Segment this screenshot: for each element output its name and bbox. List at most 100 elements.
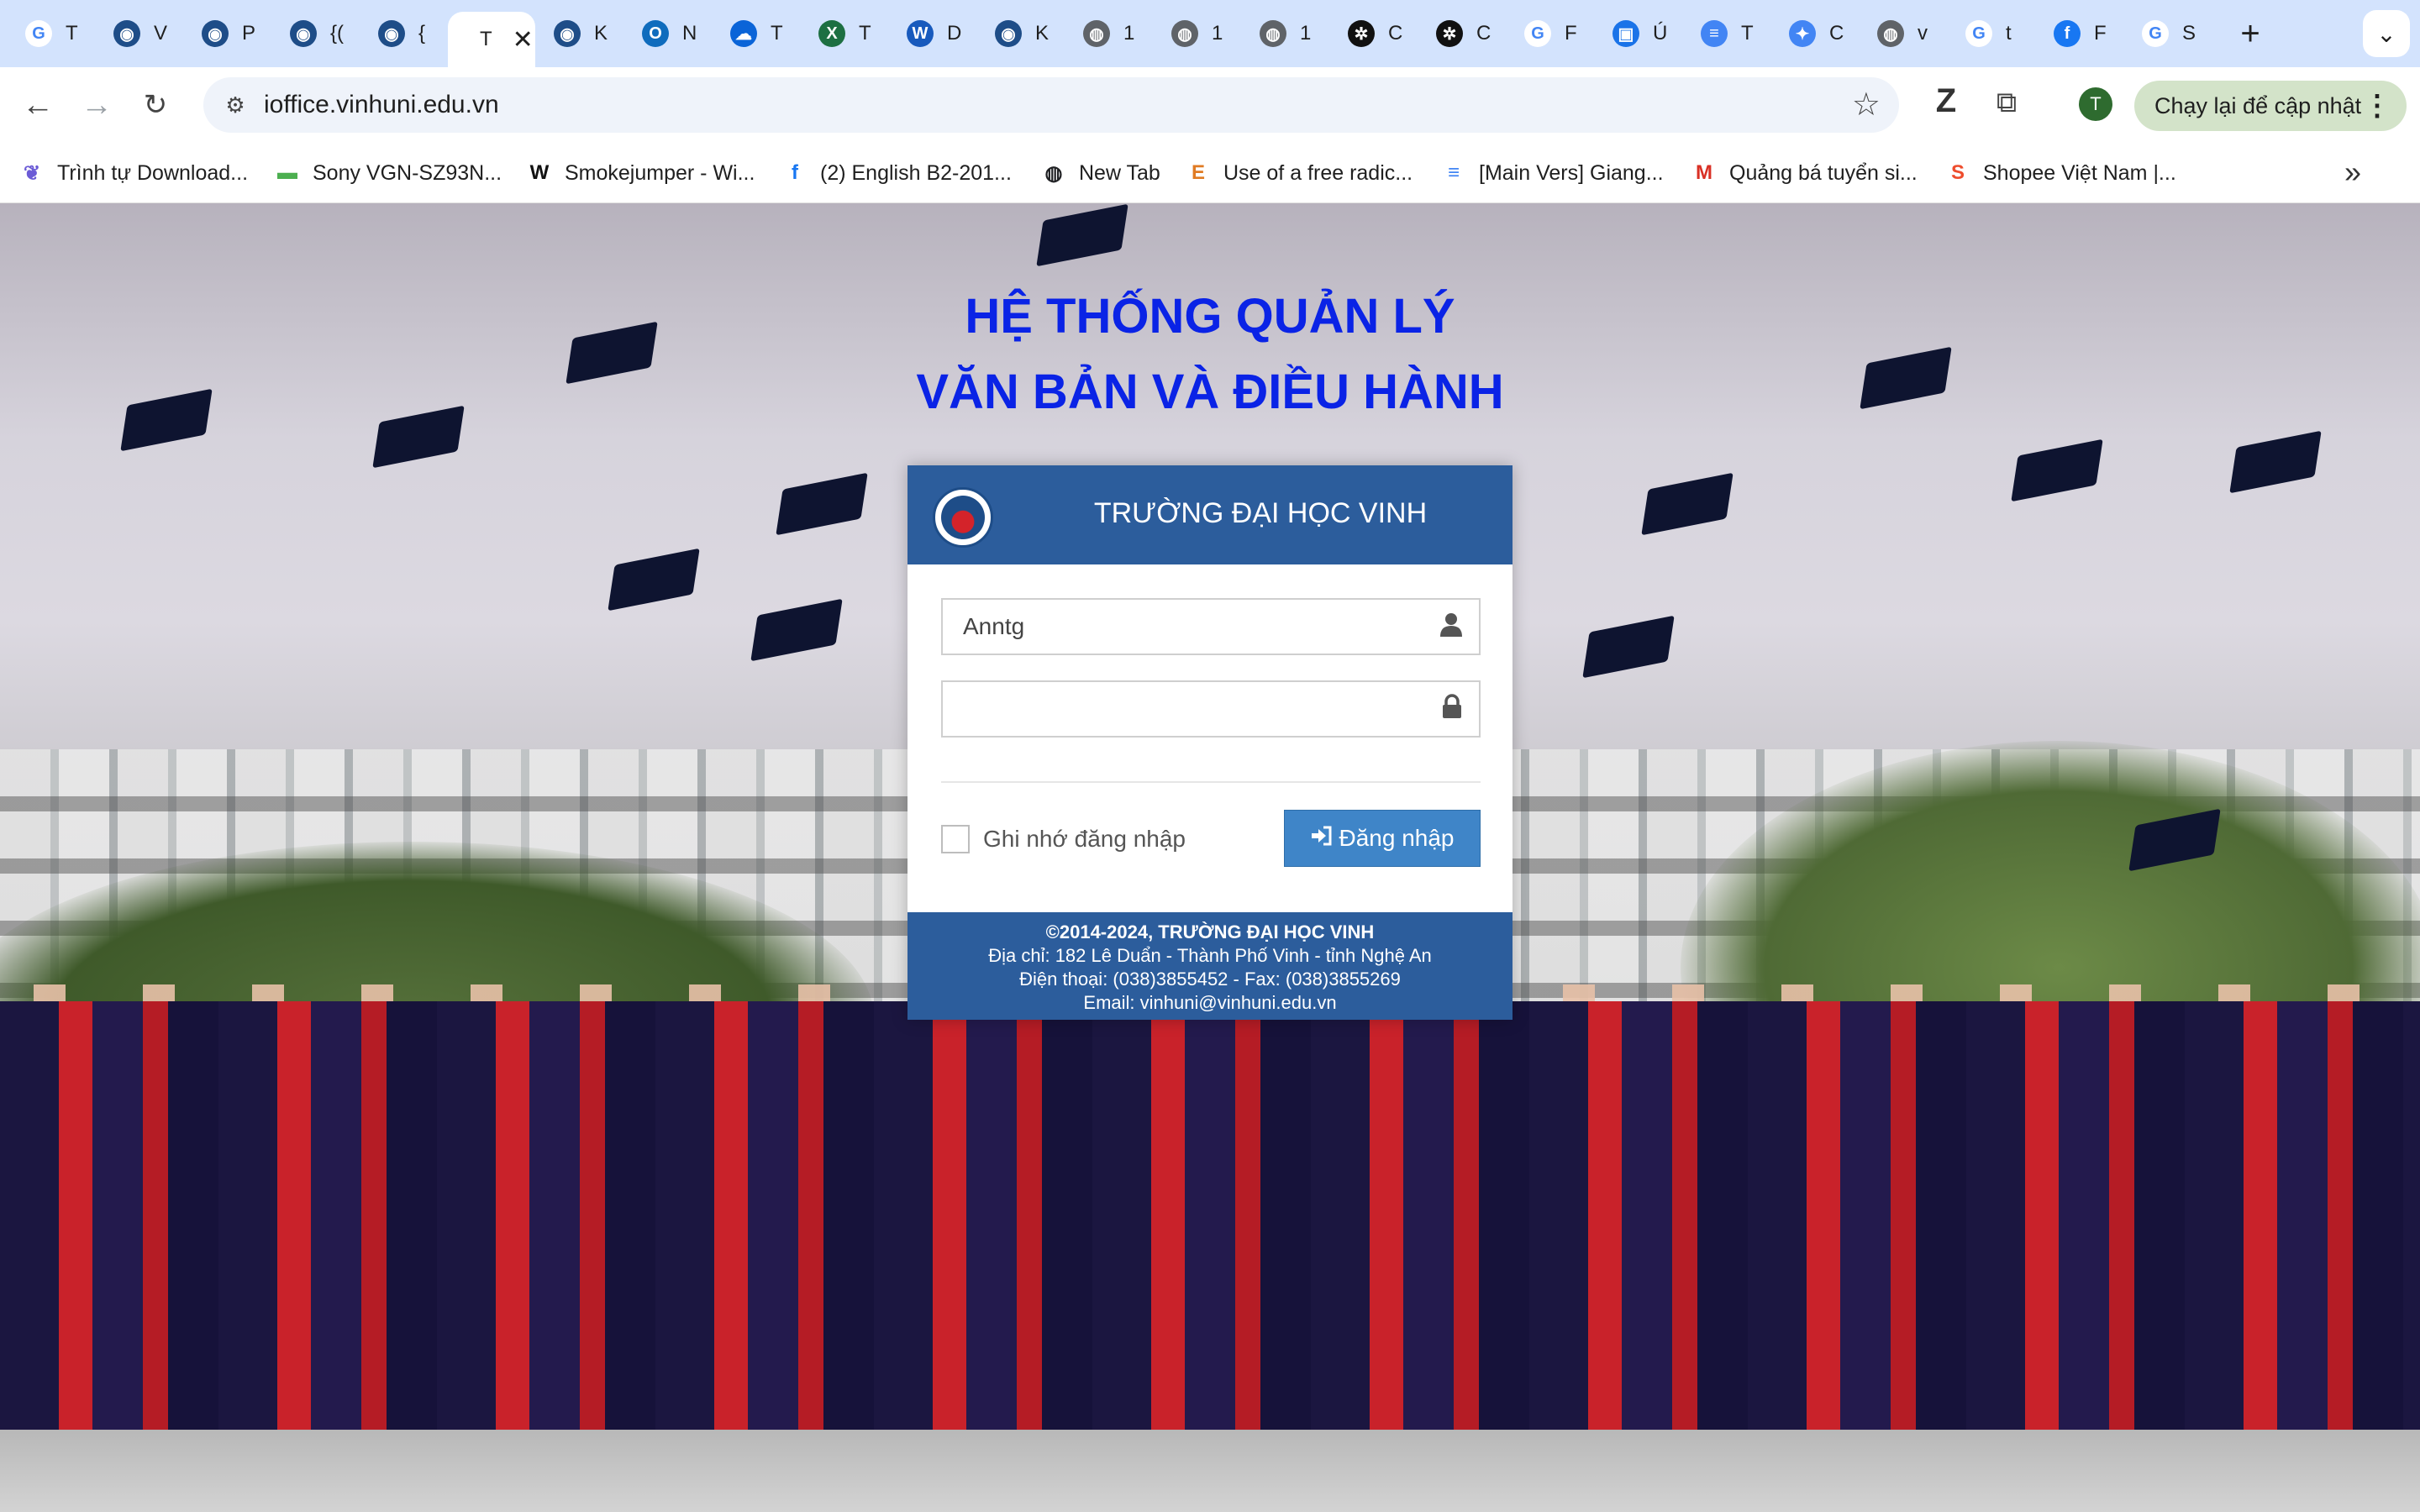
url-text[interactable]: ioffice.vinhuni.edu.vn (264, 91, 499, 119)
browser-tab[interactable]: ◉ {( (271, 12, 360, 55)
system-title: HỆ THỐNG QUẢN LÝ VĂN BẢN VÀ ĐIỀU HÀNH (790, 279, 1630, 430)
tab-title: C (1388, 22, 1403, 45)
bookmark-label: Trình tự Download... (57, 160, 249, 185)
vinhuni-icon: ◉ (378, 20, 405, 47)
remember-checkbox[interactable] (941, 825, 970, 853)
bookmark-item[interactable]: ◍ New Tab (1040, 158, 1160, 188)
browser-tab[interactable]: ◍ 1 (1065, 12, 1153, 55)
tab-title: V (154, 22, 168, 45)
site-info-icon[interactable]: ⚙ (217, 87, 254, 123)
google-icon: G (2142, 20, 2169, 47)
browser-tab[interactable]: ◉ P (183, 12, 271, 55)
docs-icon: ≡ (1447, 161, 1460, 184)
lock-icon (1440, 694, 1464, 726)
graduation-cap (372, 405, 465, 469)
browser-tab[interactable]: ◉ K (535, 12, 623, 55)
browser-tab[interactable]: GT (7, 12, 95, 55)
bookmark-label: Use of a free radic... (1223, 160, 1413, 185)
username-input[interactable] (963, 600, 1434, 654)
address-bar[interactable]: ⚙ ioffice.vinhuni.edu.vn ☆ (203, 77, 1899, 133)
remember-me[interactable]: Ghi nhớ đăng nhập (941, 825, 1186, 853)
browser-tab[interactable]: ◍ 1 (1153, 12, 1241, 55)
browser-tab[interactable]: ◍ 1 (1241, 12, 1329, 55)
bookmark-item[interactable]: ▬ Sony VGN-SZ93N... (274, 158, 502, 188)
login-card: TRƯỜNG ĐẠI HỌC VINH Ghi nhớ đăng nhập Đă… (908, 465, 1512, 1020)
tab-title: {( (330, 22, 345, 45)
browser-tab[interactable]: ☁ T (712, 12, 800, 55)
bookmark-item[interactable]: ≡ [Main Vers] Giang... (1440, 158, 1664, 188)
bookmark-item[interactable]: S Shopee Việt Nam |... (1944, 158, 2176, 188)
browser-tab[interactable]: ◍ v (1859, 12, 1947, 55)
kebab-menu-icon[interactable]: ⋮ (2363, 89, 2391, 123)
browser-tab[interactable]: ✲ C (1418, 12, 1506, 55)
bookmark-label: [Main Vers] Giang... (1479, 160, 1664, 185)
graduation-cap (776, 472, 868, 536)
update-chrome-button[interactable]: Chạy lại để cập nhật ⋮ (2134, 81, 2407, 131)
login-button[interactable]: Đăng nhập (1284, 810, 1481, 867)
graduation-cap (750, 598, 843, 662)
password-field[interactable] (941, 680, 1481, 738)
forward-button[interactable]: → (77, 86, 116, 124)
facebook-icon: f (2054, 20, 2081, 47)
browser-tab[interactable]: ✦ C (1770, 12, 1859, 55)
browser-tab[interactable]: ON (623, 12, 712, 55)
zotero-extension-icon[interactable]: Z (1929, 84, 1963, 118)
wikipedia-icon: W (529, 161, 550, 184)
bookmark-label: Shopee Việt Nam |... (1983, 160, 2176, 185)
tab-title: F (1565, 22, 1577, 45)
word-icon: W (907, 20, 934, 47)
ground (0, 1430, 2420, 1512)
browser-tab[interactable]: WD (888, 12, 976, 55)
tab-title: F (2094, 22, 2107, 45)
browser-tab[interactable]: Gt (1947, 12, 2035, 55)
back-button[interactable]: ← (18, 86, 57, 124)
graduation-cap (1860, 346, 1952, 410)
tab-title: t (2006, 22, 2012, 45)
system-title-line2: VĂN BẢN VÀ ĐIỀU HÀNH (916, 365, 1504, 419)
browser-tab[interactable]: ◉{ (360, 12, 448, 55)
username-field[interactable] (941, 598, 1481, 655)
login-label: Đăng nhập (1339, 825, 1455, 851)
profile-avatar[interactable]: T (2079, 87, 2112, 121)
bookmark-label: (2) English B2-201... (820, 160, 1012, 185)
bookmark-item[interactable]: f (2) English B2-201... (781, 158, 1012, 188)
chatgpt-icon: ✲ (1348, 20, 1375, 47)
bookmark-item[interactable]: ❦ Trình tự Download... (18, 158, 248, 188)
vinhuni-icon: ◉ (113, 20, 140, 47)
close-tab-icon[interactable]: ✕ (513, 25, 534, 55)
e-icon: E (1191, 161, 1205, 184)
graduation-cap (120, 388, 213, 452)
globe-icon: ◍ (1260, 20, 1286, 47)
browser-tab[interactable]: ◉ V (95, 12, 183, 55)
tab-title: N (682, 22, 697, 45)
browser-tab[interactable]: ◉ K (976, 12, 1065, 55)
globe-icon: ◍ (1083, 20, 1110, 47)
browser-tab[interactable]: ▣ Ú (1594, 12, 1682, 55)
browser-tab[interactable]: GS (2123, 12, 2212, 55)
new-tab-button[interactable]: + (2228, 12, 2272, 55)
bookmarks-overflow-chevron-icon[interactable]: » (2344, 155, 2361, 190)
remember-label[interactable]: Ghi nhớ đăng nhập (983, 826, 1186, 853)
tab-title: v (1918, 22, 1928, 45)
tab-title: 1 (1300, 22, 1312, 45)
tab-search-button[interactable]: ⌄ (2363, 10, 2410, 57)
password-input[interactable] (963, 682, 1434, 736)
bookmark-item[interactable]: W Smokejumper - Wi... (526, 158, 755, 188)
browser-tab[interactable]: XT (800, 12, 888, 55)
browser-tab[interactable]: fF (2035, 12, 2123, 55)
tab-title: T (66, 22, 78, 45)
browser-tab[interactable]: ≡ T (1682, 12, 1770, 55)
bookmark-item[interactable]: M Quảng bá tuyển si... (1691, 158, 1918, 188)
browser-tab[interactable]: T ✕ (448, 12, 535, 67)
tab-title: C (1476, 22, 1491, 45)
reload-button[interactable]: ↻ (136, 86, 175, 124)
bookmark-item[interactable]: E Use of a free radic... (1185, 158, 1413, 188)
bookmark-star-icon[interactable]: ☆ (1852, 86, 1881, 123)
facebook-icon: f (792, 161, 798, 184)
login-page: HỆ THỐNG QUẢN LÝ VĂN BẢN VÀ ĐIỀU HÀNH TR… (0, 203, 2420, 1512)
excel-icon: X (818, 20, 845, 47)
extensions-puzzle-icon[interactable]: ⧉ (1988, 84, 2025, 121)
browser-tab[interactable]: ✲ C (1329, 12, 1418, 55)
browser-tab[interactable]: GF (1506, 12, 1594, 55)
tab-title: S (2182, 22, 2196, 45)
